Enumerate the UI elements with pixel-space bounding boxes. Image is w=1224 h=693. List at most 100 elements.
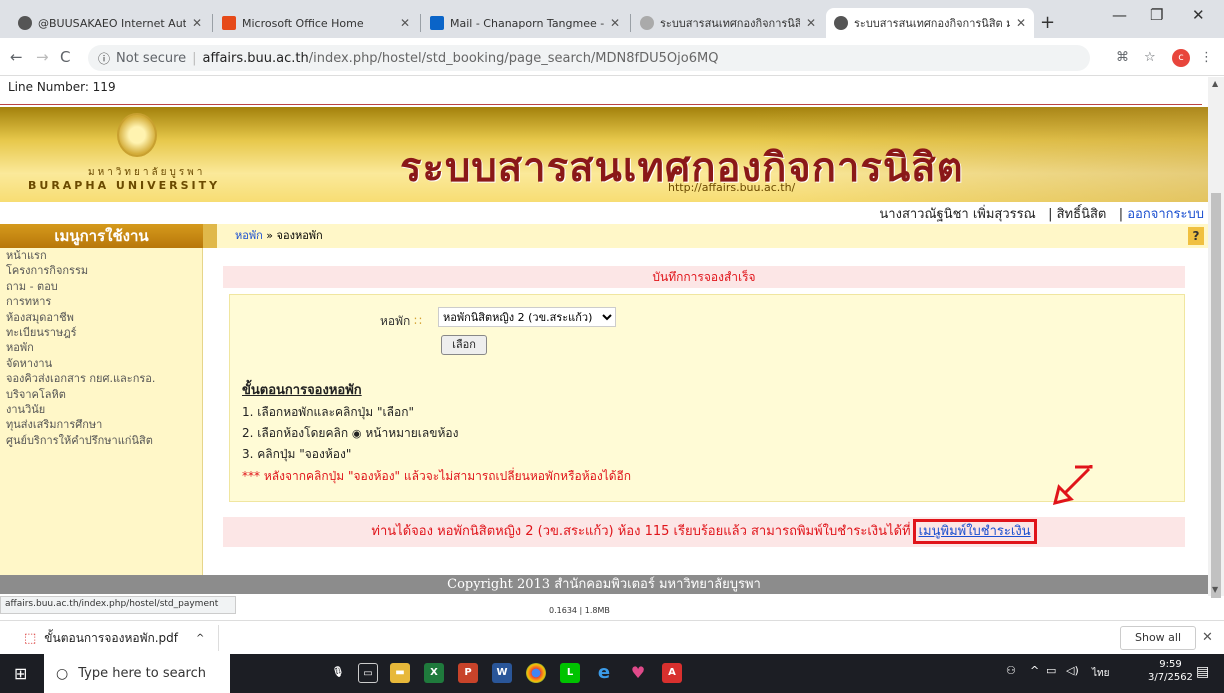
browser-tab[interactable]: @BUUSAKAEO Internet Authen ✕ (10, 8, 210, 38)
show-all-button[interactable]: Show all (1120, 626, 1196, 650)
page-scrollbar[interactable]: ▲ ▼ (1208, 77, 1224, 598)
microphone-icon[interactable]: 🎙 (328, 663, 348, 683)
volume-icon[interactable]: ◁) (1066, 664, 1079, 677)
chevron-up-icon[interactable]: ^ (196, 633, 204, 644)
sidebar-item-discipline[interactable]: งานวินัย (0, 402, 202, 417)
close-icon[interactable]: ✕ (806, 16, 816, 30)
print-payment-link[interactable]: เมนูพิมพ์ใบชำระเงิน (912, 519, 1037, 544)
minimize-button[interactable]: — (1112, 6, 1127, 24)
memory-stat: 0.1634 | 1.8MB (549, 606, 610, 615)
taskbar-search[interactable]: ○ Type here to search (44, 654, 230, 693)
tray-chevron-icon[interactable]: ^ (1030, 664, 1039, 677)
page-viewport: Line Number: 119 มหาวิทยาลัยบูรพา BURAPH… (0, 77, 1208, 596)
sidebar-item-hostel[interactable]: หอพัก (0, 340, 202, 355)
network-icon[interactable]: ▭ (1046, 664, 1056, 677)
edge-icon[interactable]: e (594, 663, 614, 683)
pdf-icon: ⬚ (24, 631, 37, 646)
user-role: สิทธิ์นิสิต (1056, 207, 1107, 222)
download-item[interactable]: ⬚ ขั้นตอนการจองหอพัก.pdf ^ (24, 629, 204, 648)
url-host: affairs.buu.ac.th (202, 50, 309, 66)
close-icon[interactable]: ✕ (610, 16, 620, 30)
sidebar-item-blood-donation[interactable]: บริจาคโลหิต (0, 387, 202, 402)
close-icon[interactable]: ✕ (400, 16, 410, 30)
office-icon (222, 16, 236, 30)
sidebar-item-jobs[interactable]: จัดหางาน (0, 356, 202, 371)
acrobat-icon[interactable]: A (662, 663, 682, 683)
notification-icon[interactable]: ▤ (1196, 664, 1209, 680)
sidebar-item-loan-queue[interactable]: จองคิวส่งเอกสาร กยศ.และกรอ. (0, 371, 202, 386)
browser-tab-active[interactable]: ระบบสารสนเทศกองกิจการนิสิต มหา ✕ (826, 8, 1034, 38)
close-icon[interactable]: ✕ (1016, 16, 1026, 30)
sidebar-item-projects[interactable]: โครงการกิจกรรม (0, 263, 202, 278)
scroll-thumb[interactable] (1211, 193, 1221, 598)
help-icon[interactable]: ? (1188, 227, 1204, 245)
sidebar-item-civil-registry[interactable]: ทะเบียนราษฎร์ (0, 325, 202, 340)
dorm-select[interactable]: หอพักนิสิตหญิง 2 (วข.สระแก้ว) (438, 307, 616, 327)
close-icon[interactable]: ✕ (192, 16, 202, 30)
windows-start-icon[interactable]: ⊞ (14, 664, 27, 683)
language-indicator[interactable]: ไทย (1092, 666, 1109, 681)
not-secure-label: Not secure (116, 50, 187, 66)
url-path: /index.php/hostel/std_booking/page_searc… (308, 50, 719, 66)
user-name: นางสาวณัฐนิชา เพิ่มสุวรรณ (879, 207, 1036, 222)
close-window-button[interactable]: ✕ (1192, 6, 1205, 24)
sidebar-item-military[interactable]: การทหาร (0, 294, 202, 309)
warning-text: *** หลังจากคลิกปุ่ม "จองห้อง" แล้วจะไม่ส… (242, 469, 631, 483)
step-3: 3. คลิกปุ่ม "จองห้อง" (242, 447, 352, 461)
maps-icon[interactable]: ♥ (628, 663, 648, 683)
booking-result: ท่านได้จอง หอพักนิสิตหญิง 2 (วข.สระแก้ว)… (223, 517, 1185, 547)
browser-tabbar: @BUUSAKAEO Internet Authen ✕ Microsoft O… (0, 0, 1224, 38)
site-url: http://affairs.buu.ac.th/ (668, 181, 796, 194)
file-explorer-icon[interactable]: ▬ (390, 663, 410, 683)
reload-button[interactable]: C (60, 48, 70, 66)
menu-icon[interactable]: ⋮ (1200, 50, 1213, 65)
bookmark-star-icon[interactable]: ☆ (1144, 50, 1156, 65)
success-notice: บันทึกการจองสำเร็จ (223, 266, 1185, 288)
new-tab-button[interactable]: + (1040, 12, 1055, 33)
translate-icon[interactable]: ⌘ (1116, 50, 1129, 65)
downloads-bar: ⬚ ขั้นตอนการจองหอพัก.pdf ^ Show all ✕ (0, 620, 1224, 654)
scroll-down-icon[interactable]: ▼ (1212, 585, 1218, 594)
people-icon[interactable]: ⚇ (1006, 664, 1016, 677)
chrome-icon[interactable] (526, 663, 546, 683)
sidebar-item-qa[interactable]: ถาม - ตอบ (0, 279, 202, 294)
forward-button[interactable]: → (36, 48, 49, 66)
browser-tab[interactable]: Microsoft Office Home ✕ (214, 8, 418, 38)
taskbar: ⊞ ○ Type here to search 🎙 ▭ ▬ X P W L e … (0, 654, 1224, 693)
university-name-th: มหาวิทยาลัยบูรพา (88, 167, 206, 178)
logout-link[interactable]: ออกจากระบบ (1127, 207, 1204, 222)
select-button[interactable]: เลือก (441, 335, 487, 355)
radio-icon: ◉ (351, 427, 362, 440)
globe-icon (834, 16, 848, 30)
clock[interactable]: 9:59 3/7/2562 (1148, 658, 1193, 684)
browser-tab[interactable]: ระบบสารสนเทศกองกิจการนิสิต มหา ✕ (632, 8, 824, 38)
sidebar-item-career-library[interactable]: ห้องสมุดอาชีพ (0, 310, 202, 325)
status-bar-url: affairs.buu.ac.th/index.php/hostel/std_p… (0, 596, 236, 614)
profile-avatar[interactable]: c (1172, 49, 1190, 67)
task-view-icon[interactable]: ▭ (358, 663, 378, 683)
breadcrumb: หอพัก » จองหอพัก (203, 224, 1208, 248)
sidebar-heading: เมนูการใช้งาน (0, 224, 203, 248)
excel-icon[interactable]: X (424, 663, 444, 683)
restore-button[interactable]: ❐ (1150, 6, 1163, 24)
search-circle-icon: ○ (56, 665, 69, 682)
line-icon[interactable]: L (560, 663, 580, 683)
close-downloads-icon[interactable]: ✕ (1202, 630, 1213, 645)
browser-tab[interactable]: Mail - Chanaporn Tangmee - O ✕ (422, 8, 628, 38)
step-1: 1. เลือกหอพักและคลิกปุ่ม "เลือก" (242, 405, 414, 419)
word-icon[interactable]: W (492, 663, 512, 683)
sidebar-item-scholarship[interactable]: ทุนส่งเสริมการศึกษา (0, 417, 202, 432)
info-icon[interactable]: ⓘ (98, 50, 110, 67)
powerpoint-icon[interactable]: P (458, 663, 478, 683)
breadcrumb-hostel-link[interactable]: หอพัก (235, 229, 263, 242)
sidebar-item-home[interactable]: หน้าแรก (0, 248, 202, 263)
user-bar: นางสาวณัฐนิชา เพิ่มสุวรรณ | สิทธิ์นิสิต … (879, 207, 1204, 222)
step-2: 2. เลือกห้องโดยคลิก ◉ หน้าหมายเลขห้อง (242, 426, 459, 440)
sidebar-item-counseling[interactable]: ศูนย์บริการให้คำปรึกษาแก่นิสิต (0, 433, 202, 448)
back-button[interactable]: ← (10, 48, 23, 66)
address-bar: ← → C ⓘ Not secure | affairs.buu.ac.th/i… (0, 38, 1224, 76)
university-name-en: BURAPHA UNIVERSITY (28, 179, 221, 192)
url-field[interactable]: ⓘ Not secure | affairs.buu.ac.th/index.p… (88, 45, 1090, 71)
main-content: บันทึกการจองสำเร็จ หอพัก ∷ หอพักนิสิตหญิ… (203, 248, 1208, 575)
scroll-up-icon[interactable]: ▲ (1212, 79, 1218, 88)
